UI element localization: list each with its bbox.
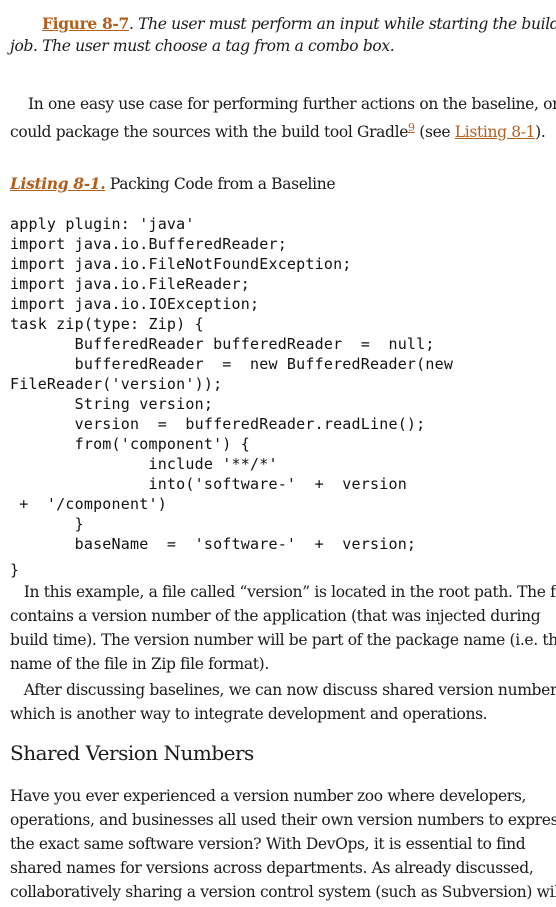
figure-caption-line-2: job. The user must choose a tag from a c… bbox=[10, 37, 395, 55]
intro-paragraph-line-1: In one easy use case for performing furt… bbox=[28, 95, 556, 113]
baselines-paragraph-line-1: After discussing baselines, we can now d… bbox=[10, 681, 556, 699]
baselines-paragraph-line-2: which is another way to integrate develo… bbox=[10, 705, 488, 723]
code-line: version = bufferedReader.readLine(); bbox=[10, 415, 426, 433]
code-line: include '**/*' bbox=[10, 455, 278, 473]
shared-paragraph-line-2: operations, and businesses all used thei… bbox=[10, 811, 556, 829]
code-line: String version; bbox=[10, 395, 214, 413]
example-paragraph-line-3: build time). The version number will be … bbox=[10, 631, 556, 649]
code-line: import java.io.FileNotFoundException; bbox=[10, 255, 352, 273]
intro-text-end: ). bbox=[535, 123, 546, 142]
listing-title: Listing 8-1. Packing Code from a Baselin… bbox=[10, 174, 550, 194]
figure-link[interactable]: Figure 8-7 bbox=[42, 14, 129, 33]
shared-paragraph-line-5: collaboratively sharing a version contro… bbox=[10, 883, 556, 901]
example-paragraph-line-4: name of the file in Zip file format). bbox=[10, 655, 269, 673]
code-line: bufferedReader = new BufferedReader(new bbox=[10, 355, 454, 373]
code-line: import java.io.IOException; bbox=[10, 295, 260, 313]
listing-ref-link[interactable]: Listing 8-1 bbox=[455, 123, 536, 141]
code-line: baseName = 'software-' + version; bbox=[10, 535, 417, 553]
example-paragraph-line-1: In this example, a file called “version”… bbox=[10, 583, 556, 601]
figure-caption-text: . The user must perform an input while s… bbox=[128, 15, 556, 33]
shared-paragraph-line-4: shared names for versions across departm… bbox=[10, 859, 534, 877]
figure-caption-line-1: Figure 8-7. The user must perform an inp… bbox=[42, 14, 556, 34]
listing-label-link[interactable]: Listing 8-1. bbox=[10, 174, 106, 193]
footnote-link[interactable]: 9 bbox=[408, 121, 415, 134]
code-line: import java.io.BufferedReader; bbox=[10, 235, 287, 253]
shared-paragraph-line-1: Have you ever experienced a version numb… bbox=[10, 787, 527, 805]
code-line: task zip(type: Zip) { bbox=[10, 315, 204, 333]
code-line: + '/component') bbox=[10, 495, 167, 513]
intro-paragraph-line-2: could package the sources with the build… bbox=[10, 118, 550, 142]
shared-paragraph-line-3: the exact same software version? With De… bbox=[10, 835, 526, 853]
code-line: FileReader('version')); bbox=[10, 375, 223, 393]
code-line: from('component') { bbox=[10, 435, 250, 453]
intro-text: could package the sources with the build… bbox=[10, 123, 409, 142]
example-paragraph-line-2: contains a version number of the applica… bbox=[10, 607, 541, 625]
code-line: } bbox=[10, 561, 20, 579]
intro-text-middle: (see bbox=[414, 123, 455, 142]
section-heading: Shared Version Numbers bbox=[10, 741, 254, 765]
code-line: } bbox=[10, 515, 84, 533]
code-line: import java.io.FileReader; bbox=[10, 275, 250, 293]
code-line: into('software-' + version bbox=[10, 475, 407, 493]
code-line: BufferedReader bufferedReader = null; bbox=[10, 335, 435, 353]
code-line: apply plugin: 'java' bbox=[10, 215, 195, 233]
listing-title-text: Packing Code from a Baseline bbox=[105, 175, 336, 193]
